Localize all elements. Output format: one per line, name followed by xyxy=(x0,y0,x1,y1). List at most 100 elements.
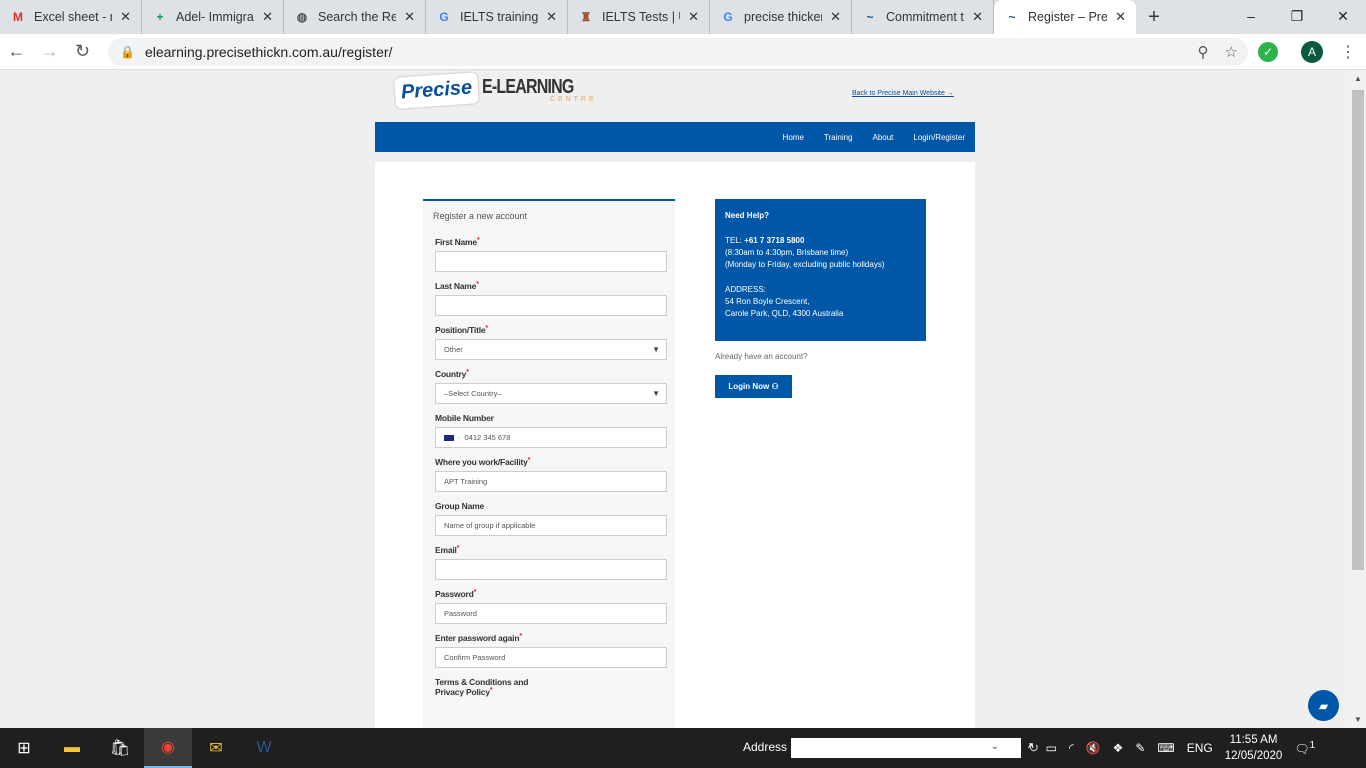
profile-avatar[interactable]: A xyxy=(1301,41,1323,63)
zoom-icon[interactable]: ⚲ xyxy=(1198,43,1209,61)
new-tab-button[interactable]: + xyxy=(1136,0,1172,34)
close-tab-icon[interactable]: ✕ xyxy=(262,9,273,25)
form-field: Where you work/Facility* APT Training xyxy=(435,457,667,492)
close-tab-icon[interactable]: ✕ xyxy=(120,9,131,25)
nav-home[interactable]: Home xyxy=(783,133,804,142)
logo-title: E-LEARNING xyxy=(482,76,574,98)
input-field[interactable] xyxy=(435,251,667,272)
form-field: Position/Title* Other ▼ xyxy=(435,325,667,360)
menu-icon[interactable]: ⋮ xyxy=(1340,42,1356,62)
close-window-button[interactable]: ✕ xyxy=(1320,0,1366,32)
field-label: Email* xyxy=(435,545,460,555)
logo-precise: Precise xyxy=(394,72,480,109)
input-field[interactable] xyxy=(435,559,667,580)
nav-login-register[interactable]: Login/Register xyxy=(913,133,965,142)
file-explorer-icon[interactable]: ▬ xyxy=(48,728,96,768)
field-label: First Name* xyxy=(435,237,480,247)
restore-button[interactable]: ❐ xyxy=(1274,0,1320,32)
browser-tab[interactable]: ♜IELTS Tests | UI✕ xyxy=(568,0,710,34)
field-label: Mobile Number xyxy=(435,413,494,423)
field-label: Where you work/Facility* xyxy=(435,457,531,467)
browser-tab[interactable]: + Adel- Immigra ✕ xyxy=(142,0,284,34)
back-button[interactable]: ← xyxy=(0,41,33,62)
start-button[interactable]: ⊞ xyxy=(0,728,48,768)
taskbar-address-input[interactable]: ⌄ ↻ xyxy=(791,738,1039,758)
volume-muted-icon[interactable]: 🔇 xyxy=(1086,741,1101,755)
help-title: Need Help? xyxy=(725,211,770,220)
keyboard-icon[interactable]: ⌨ xyxy=(1157,741,1174,755)
close-tab-icon[interactable]: ✕ xyxy=(546,9,557,25)
field-label: Password* xyxy=(435,589,477,599)
already-account-text: Already have an account? xyxy=(715,352,808,361)
input-field[interactable]: Confirm Password xyxy=(435,647,667,668)
input-field[interactable]: Password xyxy=(435,603,667,624)
chrome-icon[interactable]: ◉ xyxy=(144,728,192,768)
address-bar[interactable]: 🔒 elearning.precisethickn.com.au/registe… xyxy=(108,38,1248,66)
close-tab-icon[interactable]: ✕ xyxy=(688,9,699,25)
taskbar: ⊞ ▬ 🛍 ◉ ✉ W Address ⌄ ↻ ^ ▭ ◜ 🔇 ❖ ✎ ⌨ ENG… xyxy=(0,728,1366,768)
chat-button[interactable]: ▰ xyxy=(1308,690,1339,721)
content-area: Register a new account First Name* Last N… xyxy=(375,162,975,728)
form-field: Country* –Select Country– ▼ xyxy=(435,369,667,404)
reload-button[interactable]: ↻ xyxy=(66,41,99,62)
word-icon[interactable]: W xyxy=(240,728,288,768)
field-label: Group Name xyxy=(435,501,485,511)
close-tab-icon[interactable]: ✕ xyxy=(830,9,841,25)
browser-tab[interactable]: MExcel sheet - ra✕ xyxy=(0,0,142,34)
input-field[interactable]: Name of group if applicable xyxy=(435,515,667,536)
field-label: Enter password again* xyxy=(435,633,522,643)
clock[interactable]: 11:55 AM 12/05/2020 xyxy=(1225,732,1283,764)
back-to-main-link[interactable]: Back to Precise Main Website → xyxy=(852,90,954,97)
scrollbar[interactable]: ▲ ▼ xyxy=(1350,70,1366,728)
input-field[interactable]: APT Training xyxy=(435,471,667,492)
nav-training[interactable]: Training xyxy=(824,133,853,142)
form-field: Last Name* xyxy=(435,281,667,316)
browser-tab[interactable]: ~ Commitment t ✕ xyxy=(852,0,994,34)
page-viewport: Precise E-LEARNING CENTRE Back to Precis… xyxy=(0,70,1350,728)
extension-check-icon[interactable]: ✓ xyxy=(1258,42,1278,62)
site-logo[interactable]: Precise E-LEARNING CENTRE xyxy=(394,72,597,109)
pen-icon[interactable]: ✎ xyxy=(1135,741,1145,755)
close-tab-icon[interactable]: ✕ xyxy=(1115,9,1126,25)
sheets-icon: + xyxy=(156,10,164,24)
notifications-icon[interactable]: 🗨1 xyxy=(1294,740,1315,756)
browser-tab[interactable]: ~ Register – Prec ✕ xyxy=(994,0,1136,34)
store-icon[interactable]: 🛍 xyxy=(96,728,144,768)
show-hidden-icon[interactable]: ^ xyxy=(1028,741,1034,755)
australia-flag-icon[interactable] xyxy=(444,434,454,441)
dropbox-icon[interactable]: ❖ xyxy=(1113,741,1124,755)
browser-tab[interactable]: ◍Search the Reg✕ xyxy=(284,0,426,34)
form-field: Enter password again* Confirm Password xyxy=(435,633,667,668)
input-field[interactable]: · 0412 345 678 xyxy=(435,427,667,448)
login-now-button[interactable]: Login Now ⚇ xyxy=(715,375,792,398)
bookmark-star-icon[interactable]: ☆ xyxy=(1225,43,1238,61)
battery-icon[interactable]: ▭ xyxy=(1046,741,1057,755)
forward-button[interactable]: → xyxy=(33,41,66,62)
wifi-icon[interactable]: ◜ xyxy=(1069,741,1074,755)
select-field[interactable]: –Select Country– ▼ xyxy=(435,383,667,404)
form-heading: Register a new account xyxy=(433,211,528,221)
minimize-button[interactable]: – xyxy=(1228,0,1274,32)
field-label: Country* xyxy=(435,369,469,379)
tab-strip: MExcel sheet - ra✕+Adel- Immigra✕◍Search… xyxy=(0,0,1366,34)
select-field[interactable]: Other ▼ xyxy=(435,339,667,360)
crest-icon: ♜ xyxy=(580,10,592,24)
window-controls: – ❐ ✕ xyxy=(1228,0,1366,32)
input-field[interactable] xyxy=(435,295,667,316)
close-tab-icon[interactable]: ✕ xyxy=(972,9,983,25)
field-label: Position/Title* xyxy=(435,325,488,335)
google-icon: G xyxy=(723,10,733,24)
chat-icon: ▰ xyxy=(1318,698,1329,713)
url-text: elearning.precisethickn.com.au/register/ xyxy=(144,44,393,60)
dropdown-arrow-icon: ▼ xyxy=(652,345,660,354)
browser-tab[interactable]: GIELTS training c✕ xyxy=(426,0,568,34)
mail-icon[interactable]: ✉ xyxy=(192,728,240,768)
main-nav: Home Training About Login/Register xyxy=(375,122,975,152)
language-indicator[interactable]: ENG xyxy=(1187,741,1213,755)
close-tab-icon[interactable]: ✕ xyxy=(404,9,415,25)
dropdown-arrow-icon: ▼ xyxy=(652,389,660,398)
field-label: Last Name* xyxy=(435,281,479,291)
browser-tab[interactable]: Gprecise thicken ✕ xyxy=(710,0,852,34)
nav-about[interactable]: About xyxy=(873,133,894,142)
help-box: Need Help? TEL: +61 7 3718 5800 (8:30am … xyxy=(715,199,926,341)
